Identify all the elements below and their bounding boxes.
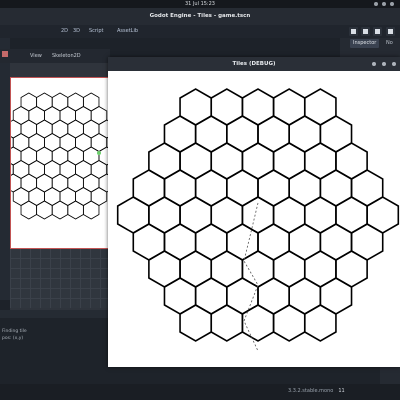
hex-tile[interactable] [98,173,108,193]
tab-inspector[interactable]: Inspector [350,39,380,48]
output-line: Finding tile [2,329,27,334]
play-icon [351,29,356,34]
tab-script[interactable]: Script [86,27,107,36]
volume-icon[interactable] [382,2,386,6]
wrench-icon[interactable] [2,51,8,57]
editor-title: Godot Engine - Tiles - game.tscn [149,13,251,19]
pause-button[interactable] [361,27,370,36]
output-header [0,310,110,318]
play-scene-button[interactable] [386,27,395,36]
tab-assetlib[interactable]: AssetLib [114,27,141,36]
path-indicator [243,202,259,352]
stop-icon [375,29,380,34]
maximize-icon[interactable] [382,62,386,66]
system-clock: 31 Jul 15:23 [185,1,215,7]
play-button[interactable] [349,27,358,36]
power-icon[interactable] [390,2,394,6]
hex-tile[interactable] [11,119,22,139]
stop-button[interactable] [373,27,382,36]
pause-icon [363,29,368,34]
hex-tile[interactable] [98,119,108,139]
network-icon[interactable] [374,2,378,6]
view-menu[interactable]: View [30,52,42,60]
game-window-title: Tiles (DEBUG) [232,61,276,67]
minimize-icon[interactable] [372,62,376,66]
hex-tile[interactable] [11,173,22,193]
editor-hex-grid [11,92,108,220]
skeleton-menu[interactable]: Skeleton2D [52,52,81,60]
play-scene-icon [388,29,393,34]
tab-3d[interactable]: 3D [70,27,83,36]
version-badge: 11 [338,388,345,394]
version-label: 3.3.2.stable.mono [288,388,334,394]
tab-node[interactable]: No [386,39,393,48]
viewport-grid [10,248,109,308]
hex-tile[interactable] [98,146,108,166]
hex-tile[interactable] [11,146,22,166]
scene-dock [0,38,10,300]
origin-marker[interactable] [97,151,101,155]
hex-tile[interactable] [366,196,400,234]
close-icon[interactable] [392,62,396,66]
output-line: pos: (x,y) [2,336,24,341]
game-hex-grid[interactable] [108,71,400,367]
